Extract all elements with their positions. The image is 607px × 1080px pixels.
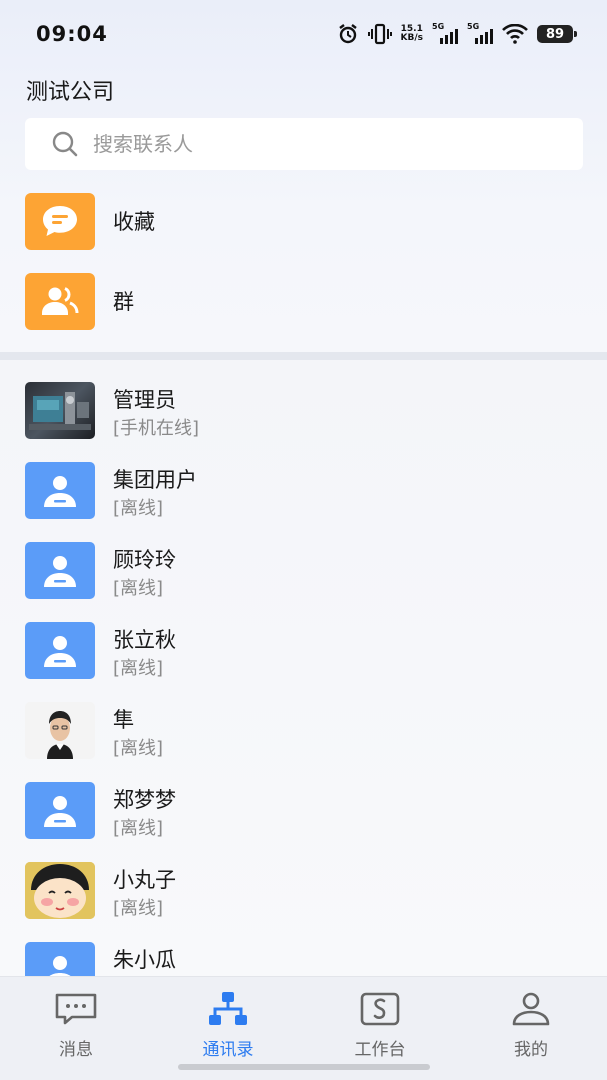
contact-name: 管理员 — [113, 388, 176, 412]
contact-item[interactable]: 朱小瓜 — [0, 920, 607, 976]
contact-item[interactable]: 张立秋 [离线] — [0, 600, 607, 680]
quick-entry-label: 收藏 — [113, 210, 155, 234]
contact-name: 张立秋 — [113, 628, 176, 652]
default-user-icon — [25, 462, 95, 519]
home-indicator[interactable] — [178, 1064, 430, 1070]
tab-profile[interactable]: 我的 — [481, 991, 581, 1061]
contact-status: [离线] — [113, 578, 164, 599]
contact-name: 顾玲玲 — [113, 548, 176, 572]
page-title: 测试公司 — [26, 80, 115, 105]
default-user-icon — [25, 622, 95, 679]
battery-icon: 89 — [537, 25, 577, 43]
section-divider — [0, 352, 607, 360]
contact-name: 郑梦梦 — [113, 788, 176, 812]
contact-name: 隼 — [113, 708, 134, 732]
avatar — [25, 702, 95, 759]
group-icon — [25, 272, 95, 330]
contact-name: 集团用户 — [113, 468, 197, 492]
contact-item[interactable]: 小丸子 [离线] — [0, 840, 607, 920]
status-icons: 15.1 KB/s 5G 5G 89 — [337, 22, 577, 46]
avatar — [25, 862, 95, 919]
contact-item[interactable]: 隼 [离线] — [0, 680, 607, 760]
tab-label: 通讯录 — [202, 1040, 254, 1060]
default-user-icon — [25, 782, 95, 839]
org-chart-icon — [178, 991, 278, 1027]
default-user-icon — [25, 542, 95, 599]
profile-icon — [481, 991, 581, 1027]
avatar — [25, 382, 95, 439]
status-bar: 09:04 15.1 KB/s 5G 5G 89 — [0, 0, 607, 66]
quick-entry-label: 群 — [113, 290, 134, 314]
contact-item[interactable]: 顾玲玲 [离线] — [0, 520, 607, 600]
search-input[interactable] — [93, 132, 533, 156]
quick-entry-favorites[interactable]: 收藏 — [0, 186, 607, 256]
net-speed-unit: KB/s — [400, 33, 423, 43]
wifi-icon — [502, 22, 528, 46]
signal-2-icon: 5G — [467, 22, 493, 46]
contact-status: [离线] — [113, 898, 164, 919]
quick-entry-groups[interactable]: 群 — [0, 266, 607, 336]
network-speed: 15.1 KB/s — [401, 22, 423, 46]
message-icon — [26, 991, 126, 1027]
status-time: 09:04 — [36, 22, 108, 46]
search-bar[interactable] — [25, 118, 583, 170]
battery-level: 89 — [545, 26, 565, 42]
tab-contacts[interactable]: 通讯录 — [178, 991, 278, 1061]
tab-workbench[interactable]: 工作台 — [330, 991, 430, 1061]
contact-item[interactable]: 管理员 [手机在线] — [0, 360, 607, 440]
workbench-icon — [330, 991, 430, 1027]
tab-label: 消息 — [59, 1040, 93, 1060]
contact-status: [离线] — [113, 818, 164, 839]
search-icon — [52, 131, 78, 157]
contact-item[interactable]: 郑梦梦 [离线] — [0, 760, 607, 840]
contact-status: [离线] — [113, 498, 164, 519]
contact-status: [离线] — [113, 738, 164, 759]
tab-messages[interactable]: 消息 — [26, 991, 126, 1061]
vibrate-icon — [367, 22, 392, 46]
contact-list[interactable]: 管理员 [手机在线] 集团用户 [离线] 顾玲玲 [离线] 张立秋 [离线] 隼… — [0, 360, 607, 976]
signal-1-icon: 5G — [432, 22, 458, 46]
alarm-icon — [337, 22, 359, 46]
tab-label: 我的 — [514, 1040, 548, 1060]
contact-status: [离线] — [113, 658, 164, 679]
contact-name: 小丸子 — [113, 868, 176, 892]
chat-bubble-icon — [25, 192, 95, 250]
default-user-icon — [25, 942, 95, 976]
tab-label: 工作台 — [354, 1040, 406, 1060]
contact-status: [手机在线] — [113, 418, 200, 439]
contact-name: 朱小瓜 — [113, 948, 176, 972]
contact-item[interactable]: 集团用户 [离线] — [0, 440, 607, 520]
